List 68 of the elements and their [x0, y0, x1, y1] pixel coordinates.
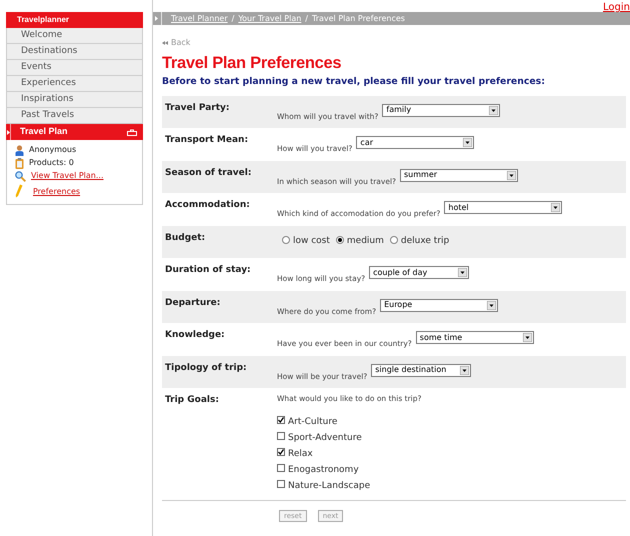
dropdown[interactable]: hotel: [444, 201, 562, 214]
sidebar-item[interactable]: Past Travels: [7, 108, 142, 124]
radio-button[interactable]: [282, 236, 290, 244]
dropdown-arrow-icon: [551, 203, 560, 212]
sidebar-text: Anonymous: [29, 144, 76, 156]
field-label: Knowledge:: [164, 329, 226, 342]
dropdown[interactable]: family: [382, 104, 500, 117]
option-label: Art-Culture: [288, 416, 338, 429]
clipboard-icon: [15, 158, 24, 168]
double-arrow-icon: [162, 41, 168, 45]
radio-button[interactable]: [390, 236, 398, 244]
field-label: Travel Party:: [164, 102, 230, 115]
option-label: medium: [346, 235, 384, 248]
dropdown[interactable]: couple of day: [369, 266, 470, 280]
sidebar-item[interactable]: Events: [7, 60, 142, 76]
option-label: low cost: [293, 235, 330, 248]
dropdown-arrow-icon: [489, 106, 498, 115]
dropdown-arrow-icon: [507, 170, 516, 180]
checkbox[interactable]: [277, 416, 285, 424]
login-link[interactable]: Login: [603, 0, 630, 15]
pencil-icon: [15, 184, 23, 198]
person-icon: [15, 144, 24, 156]
checkbox[interactable]: [277, 448, 285, 456]
field-label: Accommodation:: [164, 199, 251, 212]
field-label: Season of travel:: [164, 166, 252, 180]
field-label: Transport Mean:: [164, 134, 250, 148]
dropdown[interactable]: summer: [400, 168, 518, 182]
option-label: deluxe trip: [400, 235, 450, 248]
dropdown[interactable]: single destination: [371, 364, 472, 377]
sidebar-item[interactable]: Inspirations: [7, 92, 142, 108]
option-label: Sport-Adventure: [288, 432, 362, 445]
dropdown[interactable]: Europe: [380, 298, 498, 312]
dropdown-arrow-icon: [487, 300, 496, 310]
option-label: Enogastronomy: [288, 464, 359, 477]
sidebar-item[interactable]: Welcome: [7, 28, 142, 44]
field-label: Tipology of trip:: [164, 362, 248, 375]
briefcase-icon[interactable]: [127, 128, 137, 136]
arrow-icon: [7, 130, 10, 134]
checkbox[interactable]: [277, 432, 285, 440]
sidebar-text: Products: 0: [29, 157, 74, 169]
dropdown[interactable]: some time: [416, 331, 534, 344]
breadcrumb-separator: /: [232, 12, 234, 24]
intro-text: Before to start planning a new travel, please fill your travel preferences:: [162, 75, 546, 89]
field-label: Duration of stay:: [164, 264, 252, 278]
sidebar-link[interactable]: View Travel Plan...: [31, 170, 104, 182]
page-title: Travel Plan Preferences: [162, 53, 342, 74]
dropdown-arrow-icon: [522, 333, 532, 342]
dropdown-arrow-icon: [463, 138, 472, 148]
radio-button[interactable]: [336, 236, 344, 244]
checkbox[interactable]: [277, 464, 285, 472]
field-label: Trip Goals:: [164, 394, 220, 408]
dropdown-arrow-icon: [460, 366, 470, 375]
field-label: Budget:: [164, 232, 206, 245]
magnifier-icon: [15, 170, 26, 182]
checkbox[interactable]: [277, 480, 285, 488]
sidebar-item[interactable]: Experiences: [7, 76, 142, 92]
arrow-icon: [155, 16, 158, 21]
option-label: Nature-Landscape: [288, 480, 370, 493]
dropdown[interactable]: car: [356, 136, 474, 150]
breadcrumb-separator: /: [305, 12, 308, 24]
option-label: Relax: [288, 448, 313, 461]
field-label: Departure:: [164, 296, 222, 310]
breadcrumb-current: Travel Plan Preferences: [312, 12, 405, 24]
sidebar-title: Travelplanner: [6, 12, 143, 28]
sidebar-link[interactable]: Preferences: [33, 186, 80, 198]
travel-plan-title: Travel Plan: [20, 125, 69, 138]
dropdown-arrow-icon: [458, 268, 468, 278]
sidebar-item[interactable]: Destinations: [7, 44, 142, 60]
